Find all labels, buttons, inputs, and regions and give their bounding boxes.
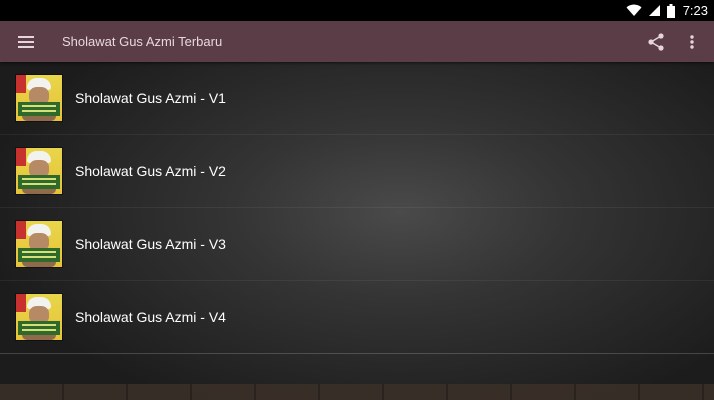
album-thumbnail	[16, 221, 62, 267]
app-title: Sholawat Gus Azmi Terbaru	[62, 34, 223, 49]
wifi-icon	[626, 4, 642, 16]
more-vert-icon	[690, 34, 694, 49]
battery-icon	[666, 3, 675, 18]
list-item-label: Sholawat Gus Azmi - V4	[75, 309, 226, 325]
status-bar: 7:23	[0, 0, 714, 21]
list-item-v2[interactable]: Sholawat Gus Azmi - V2	[0, 135, 714, 208]
list-item-v1[interactable]: Sholawat Gus Azmi - V1	[0, 62, 714, 135]
overflow-menu-button[interactable]	[674, 21, 710, 62]
share-icon	[648, 32, 664, 51]
list-item-label: Sholawat Gus Azmi - V2	[75, 163, 226, 179]
album-thumbnail	[16, 294, 62, 340]
menu-icon	[18, 35, 34, 48]
track-list: Sholawat Gus Azmi - V1 Sholawat Gus Azmi…	[0, 62, 714, 354]
list-item-label: Sholawat Gus Azmi - V1	[75, 90, 226, 106]
list-item-v4[interactable]: Sholawat Gus Azmi - V4	[0, 281, 714, 354]
background-floor	[0, 384, 714, 400]
content-area: Sholawat Gus Azmi - V1 Sholawat Gus Azmi…	[0, 62, 714, 400]
list-item-label: Sholawat Gus Azmi - V3	[75, 236, 226, 252]
album-thumbnail	[16, 148, 62, 194]
album-thumbnail	[16, 75, 62, 121]
app-bar: Sholawat Gus Azmi Terbaru	[0, 21, 714, 62]
list-item-v3[interactable]: Sholawat Gus Azmi - V3	[0, 208, 714, 281]
share-button[interactable]	[638, 21, 674, 62]
status-time: 7:23	[682, 3, 708, 18]
signal-icon	[648, 5, 660, 16]
menu-button[interactable]	[0, 21, 52, 62]
